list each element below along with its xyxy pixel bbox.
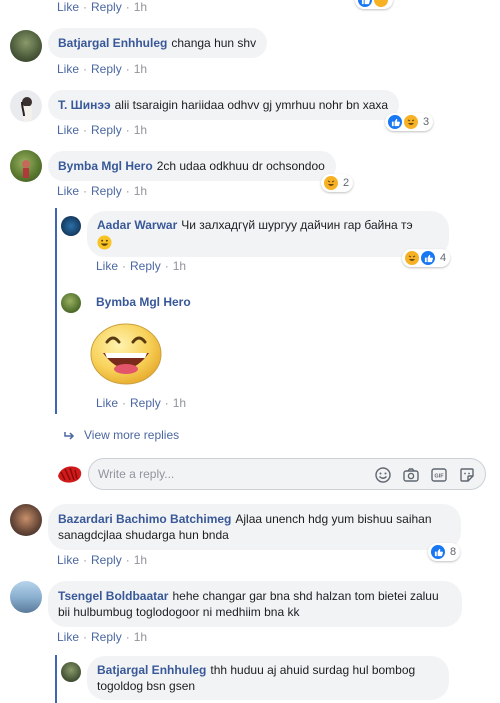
view-more-label: View more replies bbox=[84, 428, 180, 442]
comment-author[interactable]: Tsengel Boldbaatar bbox=[58, 589, 168, 603]
reply-author[interactable]: Bymba Mgl Hero bbox=[96, 295, 191, 309]
thread-line bbox=[55, 655, 57, 703]
reaction-summary[interactable]: 8 bbox=[428, 543, 461, 561]
timestamp: 1h bbox=[133, 62, 148, 76]
reply-meta: Like · Reply · 1h bbox=[96, 396, 187, 410]
reaction-count: 3 bbox=[423, 116, 430, 128]
sticker-icon[interactable] bbox=[458, 466, 476, 484]
timestamp: 1h bbox=[133, 0, 148, 14]
comment-bubble: Tsengel Boldbaatar hehe changar gar bna s… bbox=[48, 581, 462, 627]
avatar[interactable] bbox=[10, 30, 42, 62]
timestamp: 1h bbox=[172, 259, 187, 273]
timestamp: 1h bbox=[133, 184, 148, 198]
smiley-emoji-icon bbox=[97, 235, 112, 250]
comment-text: alii tsaraigin hariidaa odhvv gj ymrhuu … bbox=[114, 98, 389, 112]
svg-text:GIF: GIF bbox=[434, 474, 444, 480]
reply-author-line: Bymba Mgl Hero bbox=[96, 295, 195, 309]
avatar[interactable] bbox=[61, 293, 81, 313]
like-link[interactable]: Like bbox=[57, 553, 79, 567]
like-reaction-icon bbox=[357, 0, 373, 8]
like-link[interactable]: Like bbox=[57, 184, 79, 198]
camera-icon[interactable] bbox=[402, 466, 420, 484]
like-link[interactable]: Like bbox=[57, 630, 79, 644]
reply-text: Чи залхадгүй шургуу дайчин гар байна тэ bbox=[181, 218, 413, 232]
timestamp: 1h bbox=[172, 396, 187, 410]
reply-bubble: Aadar Warwar Чи залхадгүй шургуу дайчин г… bbox=[87, 211, 449, 257]
like-reaction-icon bbox=[430, 544, 446, 560]
view-more-replies[interactable]: View more replies bbox=[64, 428, 179, 442]
thread-line bbox=[55, 208, 57, 414]
comment-author[interactable]: Batjargal Enhhuleg bbox=[58, 36, 167, 50]
reply-link[interactable]: Reply bbox=[91, 62, 122, 76]
reaction-count: 4 bbox=[440, 252, 447, 264]
reply-link[interactable]: Reply bbox=[130, 396, 161, 410]
reply-bubble: Batjargal Enhhuleg thh huduu aj ahuid sur… bbox=[87, 656, 449, 700]
laughing-sticker-icon bbox=[90, 323, 162, 385]
reaction-summary[interactable]: 2 bbox=[321, 174, 354, 192]
reaction-summary[interactable]: 3 bbox=[385, 113, 434, 131]
reply-link[interactable]: Reply bbox=[130, 259, 161, 273]
comment-meta: Like · Reply · 1h bbox=[57, 553, 148, 567]
sticker bbox=[89, 320, 163, 386]
comment-meta: Like · Reply · 1h bbox=[57, 630, 148, 644]
gif-icon[interactable]: GIF bbox=[430, 466, 448, 484]
reaction-summary[interactable] bbox=[355, 0, 393, 9]
avatar[interactable] bbox=[10, 150, 42, 182]
timestamp: 1h bbox=[133, 553, 148, 567]
reply-link[interactable]: Reply bbox=[91, 553, 122, 567]
comment-bubble: Batjargal Enhhuleg changa hun shv bbox=[48, 28, 268, 58]
avatar[interactable] bbox=[10, 90, 42, 122]
haha-reaction-icon bbox=[403, 114, 419, 130]
avatar[interactable] bbox=[58, 462, 82, 486]
view-more-arrow-icon bbox=[64, 431, 75, 440]
reply-input[interactable]: Write a reply... GIF bbox=[88, 458, 486, 490]
comment-text: changa hun shv bbox=[171, 36, 257, 50]
comment-meta: Like · Reply · 1h bbox=[57, 62, 148, 76]
comment-meta: Like · Reply · 1h bbox=[57, 184, 148, 198]
reply-link[interactable]: Reply bbox=[91, 0, 122, 14]
reply-meta: Like · Reply · 1h bbox=[96, 259, 187, 273]
timestamp: 1h bbox=[133, 630, 148, 644]
like-reaction-icon bbox=[387, 114, 403, 130]
comment-bubble: Bymba Mgl Hero 2ch udaa odkhuu dr ochsond… bbox=[48, 151, 336, 181]
comment-author[interactable]: Bymba Mgl Hero bbox=[58, 159, 153, 173]
comment-bubble: T. Шинээ alii tsaraigin hariidaa odhvv gj… bbox=[48, 90, 400, 120]
reaction-count: 2 bbox=[343, 177, 350, 189]
comment-author[interactable]: T. Шинээ bbox=[58, 98, 111, 112]
timestamp: 1h bbox=[133, 123, 148, 137]
like-reaction-icon bbox=[420, 250, 436, 266]
like-link[interactable]: Like bbox=[57, 62, 79, 76]
avatar[interactable] bbox=[10, 581, 42, 613]
like-link[interactable]: Like bbox=[57, 123, 79, 137]
reply-author[interactable]: Batjargal Enhhuleg bbox=[97, 663, 206, 677]
comment-bubble: Bazardari Bachimo Batchimeg Ajlaa unench … bbox=[48, 504, 461, 550]
haha-reaction-icon bbox=[323, 175, 339, 191]
comment-author[interactable]: Bazardari Bachimo Batchimeg bbox=[58, 512, 231, 526]
reaction-summary[interactable]: 4 bbox=[402, 249, 451, 267]
comment-text: 2ch udaa odkhuu dr ochsondoo bbox=[156, 159, 325, 173]
comment-meta: Like · Reply · 1h bbox=[57, 0, 148, 14]
like-link[interactable]: Like bbox=[96, 259, 118, 273]
reply-placeholder: Write a reply... bbox=[98, 467, 175, 481]
reaction-count: 8 bbox=[450, 546, 457, 558]
comment-meta: Like · Reply · 1h bbox=[57, 123, 148, 137]
smiley-icon[interactable] bbox=[374, 466, 392, 484]
reply-link[interactable]: Reply bbox=[91, 123, 122, 137]
avatar[interactable] bbox=[61, 216, 81, 236]
avatar[interactable] bbox=[61, 662, 81, 682]
like-link[interactable]: Like bbox=[57, 0, 79, 14]
reply-author[interactable]: Aadar Warwar bbox=[97, 218, 177, 232]
like-link[interactable]: Like bbox=[96, 396, 118, 410]
reply-link[interactable]: Reply bbox=[91, 630, 122, 644]
reply-link[interactable]: Reply bbox=[91, 184, 122, 198]
haha-reaction-icon bbox=[373, 0, 389, 8]
haha-reaction-icon bbox=[404, 250, 420, 266]
avatar[interactable] bbox=[10, 504, 42, 536]
